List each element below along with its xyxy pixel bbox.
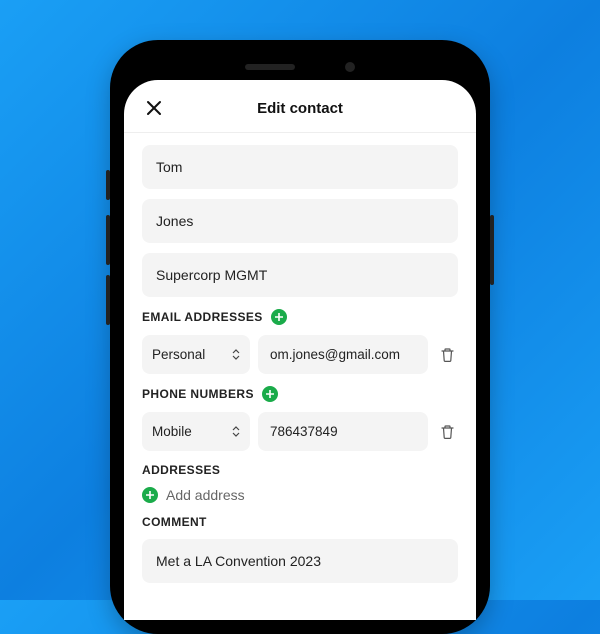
email-type-select[interactable]: Personal xyxy=(142,335,250,374)
add-address-label: Add address xyxy=(166,487,245,503)
add-phone-button[interactable] xyxy=(262,386,278,402)
addresses-header: ADDRESSES xyxy=(142,463,458,477)
phone-type-select[interactable]: Mobile xyxy=(142,412,250,451)
add-email-button[interactable] xyxy=(271,309,287,325)
camera-icon xyxy=(345,62,355,72)
comment-field[interactable]: Met a LA Convention 2023 xyxy=(142,539,458,583)
email-type-value: Personal xyxy=(152,347,205,362)
emails-label: EMAIL ADDRESSES xyxy=(142,310,263,324)
phones-header: PHONE NUMBERS xyxy=(142,386,458,402)
phone-frame: Edit contact Tom Jones Supercorp MGMT EM… xyxy=(110,40,490,634)
company-field[interactable]: Supercorp MGMT xyxy=(142,253,458,297)
add-address-button[interactable]: Add address xyxy=(142,487,458,503)
trash-icon xyxy=(440,347,455,363)
delete-phone-button[interactable] xyxy=(436,424,458,440)
phone-type-value: Mobile xyxy=(152,424,192,439)
plus-icon-wrap xyxy=(142,487,158,503)
first-name-field[interactable]: Tom xyxy=(142,145,458,189)
chevron-updown-icon xyxy=(232,349,240,360)
phones-label: PHONE NUMBERS xyxy=(142,387,254,401)
phone-notch xyxy=(124,54,476,80)
volume-down-button xyxy=(106,275,110,325)
plus-icon xyxy=(146,491,154,499)
header: Edit contact xyxy=(124,80,476,132)
volume-up-button xyxy=(106,215,110,265)
trash-icon xyxy=(440,424,455,440)
form: Tom Jones Supercorp MGMT EMAIL ADDRESSES… xyxy=(124,133,476,583)
page-title: Edit contact xyxy=(142,100,458,117)
email-row: Personal om.jones@gmail.com xyxy=(142,335,458,374)
phone-value-field[interactable]: 786437849 xyxy=(258,412,428,451)
email-value-field[interactable]: om.jones@gmail.com xyxy=(258,335,428,374)
emails-header: EMAIL ADDRESSES xyxy=(142,309,458,325)
delete-email-button[interactable] xyxy=(436,347,458,363)
screen: Edit contact Tom Jones Supercorp MGMT EM… xyxy=(124,80,476,620)
side-button xyxy=(106,170,110,200)
last-name-field[interactable]: Jones xyxy=(142,199,458,243)
power-button xyxy=(490,215,494,285)
phone-row: Mobile 786437849 xyxy=(142,412,458,451)
comment-header: COMMENT xyxy=(142,515,458,529)
addresses-label: ADDRESSES xyxy=(142,463,220,477)
comment-label: COMMENT xyxy=(142,515,207,529)
plus-icon xyxy=(275,313,283,321)
chevron-updown-icon xyxy=(232,426,240,437)
speaker-icon xyxy=(245,64,295,70)
plus-icon xyxy=(266,390,274,398)
